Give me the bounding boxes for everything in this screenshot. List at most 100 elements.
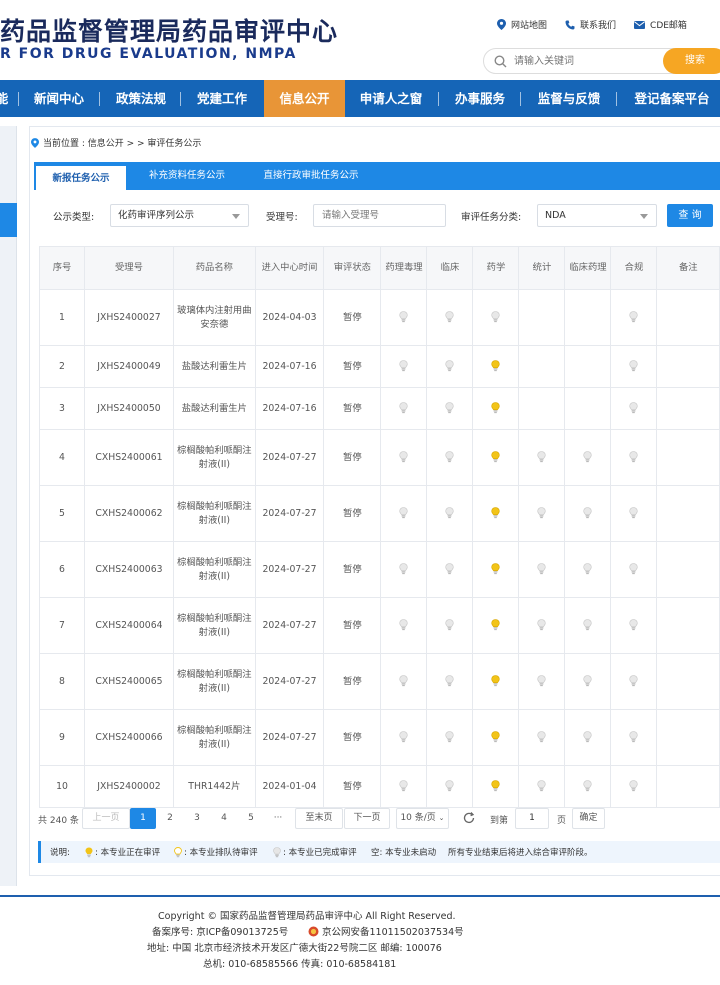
bulb-gray-icon: [445, 507, 455, 519]
cde-mail-link[interactable]: CDE邮箱: [634, 18, 687, 31]
cell-status: 暂停: [323, 289, 382, 346]
nav-item-news[interactable]: 新闻中心: [24, 80, 94, 117]
query-button[interactable]: 查 询: [667, 204, 713, 227]
cell-accept-no[interactable]: JXHS2400050: [83, 387, 174, 430]
cell-review-mark: [564, 485, 612, 542]
nav-separator: [18, 92, 19, 106]
cell-accept-no[interactable]: CXHS2400065: [83, 653, 174, 710]
page-4[interactable]: 4: [211, 808, 237, 829]
cell-review-mark: [426, 653, 474, 710]
table-row: 5 CXHS2400062 棕榈酸帕利哌酮注射液(II) 2024-07-27 暂停: [39, 485, 720, 542]
cell-status: 暂停: [323, 709, 382, 766]
last-page-button[interactable]: 至末页: [295, 808, 343, 829]
page-size-value: 10 条/页: [400, 813, 436, 823]
legend-title: 说明:: [50, 848, 70, 858]
bulb-gray-icon: [583, 507, 593, 519]
bulb-gray-icon: [399, 507, 409, 519]
next-page-button[interactable]: 下一页: [344, 808, 390, 829]
cell-drug-name: 盐酸达利雷生片: [172, 387, 256, 430]
mail-icon: [634, 20, 646, 29]
cell-accept-no[interactable]: CXHS2400061: [83, 429, 174, 486]
total-count: 共 240 条: [38, 816, 79, 826]
legend-item-reviewing: : 本专业正在审评: [85, 846, 160, 858]
nav-item-party[interactable]: 党建工作: [187, 80, 257, 117]
col-header: 审评状态: [323, 246, 382, 290]
tab-direct-approval[interactable]: 直接行政审批任务公示: [248, 162, 374, 190]
sidebar-active-item[interactable]: [0, 203, 17, 237]
cell-review-mark: [610, 709, 658, 766]
nav-item-applicant[interactable]: 申请人之窗: [350, 80, 432, 117]
cell-review-mark: [518, 485, 566, 542]
icp-link[interactable]: 备案序号: 京ICP备09013725号: [152, 924, 288, 938]
col-header: 临床: [426, 246, 474, 290]
bulb-gray-icon: [537, 563, 547, 575]
prev-page-button[interactable]: 上一页: [82, 808, 130, 829]
chevron-down-icon: [232, 214, 240, 219]
page-size-select[interactable]: 10 条/页 ⌄: [396, 808, 449, 829]
contact-link[interactable]: 联系我们: [565, 18, 616, 31]
nav-item-policy[interactable]: 政策法规: [106, 80, 176, 117]
bulb-gray-icon: [537, 780, 547, 792]
bulb-yellow-icon: [491, 780, 501, 792]
cell-review-mark: [472, 541, 520, 598]
bulb-gray-icon: [445, 675, 455, 687]
cell-review-mark: [564, 653, 612, 710]
table-row: 6 CXHS2400063 棕榈酸帕利哌酮注射液(II) 2024-07-27 暂停: [39, 541, 720, 598]
cell-accept-no[interactable]: JXHS2400049: [83, 345, 174, 388]
cell-review-mark: [472, 387, 520, 430]
task-type-select[interactable]: NDA: [537, 204, 657, 227]
nav-item-supervision[interactable]: 监督与反馈: [528, 80, 610, 117]
cell-status: 暂停: [323, 597, 382, 654]
nav-item-registration[interactable]: 登记备案平台: [624, 80, 720, 117]
nav-item-services[interactable]: 办事服务: [445, 80, 515, 117]
cell-accept-no[interactable]: CXHS2400062: [83, 485, 174, 542]
type-select[interactable]: 化药审评序列公示: [110, 204, 249, 227]
page-1[interactable]: 1: [130, 808, 156, 829]
nav-item-info-public[interactable]: 信息公开: [264, 80, 345, 117]
cell-review-mark: [426, 387, 474, 430]
bulb-gray-icon: [399, 731, 409, 743]
sitemap-link[interactable]: 网站地图: [497, 18, 547, 31]
cell-status: 暂停: [323, 485, 382, 542]
bulb-gray-icon: [629, 675, 639, 687]
tab-supplement-tasks[interactable]: 补充资料任务公示: [132, 162, 242, 190]
cell-date: 2024-07-27: [254, 541, 325, 598]
cell-review-mark: [472, 653, 520, 710]
search-input[interactable]: [514, 53, 654, 70]
cell-review-mark: [472, 709, 520, 766]
cell-review-mark: [610, 345, 658, 388]
table-row: 3 JXHS2400050 盐酸达利雷生片 2024-07-16 暂停: [39, 387, 720, 430]
table-row: 10 JXHS2400002 THR1442片 2024-01-04 暂停: [39, 765, 720, 808]
sitemap-label: 网站地图: [511, 21, 548, 31]
nav-item-partial[interactable]: 能: [0, 80, 12, 117]
cell-accept-no[interactable]: CXHS2400066: [83, 709, 174, 766]
page-ellipsis[interactable]: ···: [265, 808, 291, 829]
search-icon: [494, 55, 507, 68]
tab-new-tasks[interactable]: 新报任务公示: [36, 164, 126, 190]
goto-confirm-button[interactable]: 确定: [572, 808, 605, 829]
refresh-icon[interactable]: [462, 811, 476, 825]
goto-page-input[interactable]: 1: [515, 808, 549, 829]
bulb-gray-icon: [445, 619, 455, 631]
col-header: 受理号: [83, 246, 174, 290]
nav-separator: [180, 92, 181, 106]
cell-drug-name: 棕榈酸帕利哌酮注射液(II): [172, 597, 256, 654]
cell-accept-no[interactable]: JXHS2400002: [83, 765, 174, 808]
cell-review-mark: [518, 653, 566, 710]
cell-review-mark: [518, 387, 566, 430]
bulb-gray-icon: [399, 451, 409, 463]
search-button[interactable]: 搜索: [663, 48, 720, 74]
cell-accept-no[interactable]: CXHS2400063: [83, 541, 174, 598]
cell-review-mark: [518, 289, 566, 346]
police-record[interactable]: 京公网安备11011502037534号: [308, 924, 464, 938]
bulb-yellow-icon: [491, 360, 501, 372]
cell-accept-no[interactable]: JXHS2400027: [83, 289, 174, 346]
accept-no-input[interactable]: [313, 204, 446, 227]
cell-accept-no[interactable]: CXHS2400064: [83, 597, 174, 654]
legend-note: 所有专业结束后将进入综合审评阶段。: [448, 848, 593, 858]
page-5[interactable]: 5: [238, 808, 264, 829]
cell-date: 2024-07-27: [254, 429, 325, 486]
cell-review-mark: [426, 541, 474, 598]
page-3[interactable]: 3: [184, 808, 210, 829]
page-2[interactable]: 2: [157, 808, 183, 829]
